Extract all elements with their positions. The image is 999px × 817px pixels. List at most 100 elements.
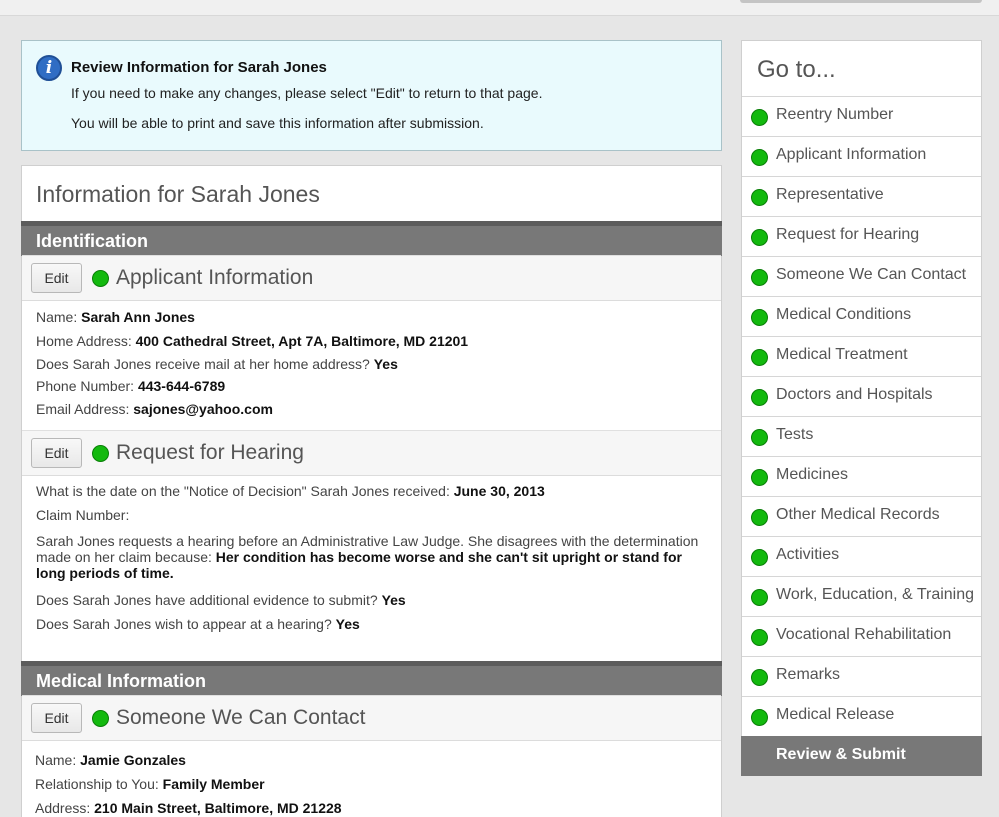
field-label: Name: [35, 752, 77, 768]
sidebar-item-label: Remarks [776, 666, 841, 683]
section-header-medical: Medical Information [21, 661, 722, 696]
field-label: Home Address: [36, 333, 132, 349]
hearing-appear-row: Does Sarah Jones wish to appear at a hea… [36, 616, 360, 632]
hearing-appear-answer: Yes [335, 616, 360, 632]
sidebar-item-label: Medical Conditions [776, 306, 912, 323]
sidebar-item-label: Applicant Information [776, 146, 927, 163]
hearing-evidence-row: Does Sarah Jones have additional evidenc… [36, 592, 406, 608]
hearing-notice-date: June 30, 2013 [453, 483, 545, 499]
status-complete-icon [751, 389, 768, 406]
sidebar-item-medical-treatment[interactable]: Medical Treatment [742, 336, 981, 376]
contact-name-row: Name: Jamie Gonzales [35, 752, 186, 768]
field-label: Does Sarah Jones receive mail at her hom… [36, 356, 370, 372]
sidebar-item-other-medical-records[interactable]: Other Medical Records [742, 496, 981, 536]
status-complete-icon [751, 149, 768, 166]
sidebar-item-label: Medical Treatment [776, 346, 908, 363]
hearing-claim-row: Claim Number: [36, 507, 129, 523]
edit-applicant-button[interactable]: Edit [31, 263, 82, 293]
sidebar-item-medicines[interactable]: Medicines [742, 456, 981, 496]
sidebar-item-activities[interactable]: Activities [742, 536, 981, 576]
sidebar-item-work-education-training[interactable]: Work, Education, & Training [742, 576, 981, 616]
field-label: Claim Number: [36, 507, 130, 523]
field-label: Email Address: [36, 401, 130, 417]
sidebar-title: Go to... [757, 56, 836, 83]
review-panel: Information for Sarah Jones Identificati… [21, 165, 722, 817]
sidebar-item-reentry-number[interactable]: Reentry Number [742, 96, 981, 136]
subsection-request-for-hearing: Edit Request for Hearing [22, 430, 721, 476]
sidebar-item-label: Representative [776, 186, 884, 203]
applicant-email: sajones@yahoo.com [133, 401, 273, 417]
edit-contact-button[interactable]: Edit [31, 703, 82, 733]
sidebar-item-review-submit[interactable]: Review & Submit [741, 736, 982, 776]
status-complete-icon [751, 189, 768, 206]
status-complete-icon [751, 429, 768, 446]
sidebar-item-doctors-and-hospitals[interactable]: Doctors and Hospitals [742, 376, 981, 416]
top-bar-button-edge[interactable] [740, 0, 982, 3]
sidebar-item-representative[interactable]: Representative [742, 176, 981, 216]
edit-hearing-button[interactable]: Edit [31, 438, 82, 468]
applicant-name: Sarah Ann Jones [81, 309, 195, 325]
status-complete-icon [751, 109, 768, 126]
sidebar-item-label: Reentry Number [776, 106, 894, 123]
top-bar [0, 0, 999, 16]
sidebar-item-vocational-rehabilitation[interactable]: Vocational Rehabilitation [742, 616, 981, 656]
sidebar-item-label: Work, Education, & Training [776, 586, 975, 603]
sidebar-item-medical-conditions[interactable]: Medical Conditions [742, 296, 981, 336]
field-label: Name: [36, 309, 78, 325]
applicant-mail-row: Does Sarah Jones receive mail at her hom… [36, 356, 398, 372]
status-complete-icon [751, 549, 768, 566]
page-title: Information for Sarah Jones [36, 181, 320, 207]
review-notice-title: Review Information for Sarah Jones [71, 59, 327, 76]
status-complete-icon [92, 270, 109, 287]
field-label: Address: [35, 800, 91, 816]
sidebar-item-label: Activities [776, 546, 840, 563]
subsection-someone-we-can-contact: Edit Someone We Can Contact [22, 695, 721, 741]
review-notice-print-text: You will be able to print and save this … [71, 115, 484, 131]
hearing-reason-row: Sarah Jones requests a hearing before an… [36, 533, 706, 581]
contact-name: Jamie Gonzales [80, 752, 186, 768]
hearing-evidence-answer: Yes [381, 592, 406, 608]
sidebar-item-applicant-information[interactable]: Applicant Information [742, 136, 981, 176]
sidebar-item-label: Request for Hearing [776, 226, 920, 243]
sidebar-item-label: Vocational Rehabilitation [776, 626, 952, 643]
status-complete-icon [751, 589, 768, 606]
applicant-address: 400 Cathedral Street, Apt 7A, Baltimore,… [135, 333, 469, 349]
contact-relationship-row: Relationship to You: Family Member [35, 776, 265, 792]
sidebar-item-tests[interactable]: Tests [742, 416, 981, 456]
subsection-title: Applicant Information [116, 266, 314, 289]
status-complete-icon [751, 229, 768, 246]
subsection-title: Someone We Can Contact [116, 706, 366, 729]
subsection-applicant-information: Edit Applicant Information [22, 255, 721, 301]
sidebar-item-remarks[interactable]: Remarks [742, 656, 981, 696]
field-label: What is the date on the "Notice of Decis… [36, 483, 450, 499]
status-complete-icon [751, 629, 768, 646]
status-complete-icon [751, 269, 768, 286]
applicant-mail-answer: Yes [373, 356, 398, 372]
field-label: Does Sarah Jones wish to appear at a hea… [36, 616, 332, 632]
subsection-title: Request for Hearing [116, 441, 304, 464]
applicant-email-row: Email Address: sajones@yahoo.com [36, 401, 273, 417]
sidebar-item-request-for-hearing[interactable]: Request for Hearing [742, 216, 981, 256]
sidebar-item-label: Doctors and Hospitals [776, 386, 933, 403]
info-icon: i [36, 55, 62, 81]
section-header-identification: Identification [21, 221, 722, 256]
status-complete-icon [92, 445, 109, 462]
sidebar-item-medical-release[interactable]: Medical Release [742, 696, 981, 736]
status-complete-icon [92, 710, 109, 727]
status-complete-icon [751, 669, 768, 686]
applicant-address-row: Home Address: 400 Cathedral Street, Apt … [36, 333, 468, 349]
field-label: Relationship to You: [35, 776, 159, 792]
status-complete-icon [751, 309, 768, 326]
field-label: Phone Number: [36, 378, 135, 394]
status-complete-icon [751, 709, 768, 726]
status-complete-icon [751, 509, 768, 526]
status-complete-icon [751, 469, 768, 486]
sidebar-item-label: Someone We Can Contact [776, 266, 967, 283]
sidebar-item-someone-we-can-contact[interactable]: Someone We Can Contact [742, 256, 981, 296]
hearing-notice-row: What is the date on the "Notice of Decis… [36, 483, 545, 499]
sidebar-item-label: Tests [776, 426, 814, 443]
review-notice: i Review Information for Sarah Jones If … [21, 40, 722, 151]
field-label: Does Sarah Jones have additional evidenc… [36, 592, 378, 608]
applicant-phone-row: Phone Number: 443-644-6789 [36, 378, 225, 394]
sidebar-item-label: Medicines [776, 466, 849, 483]
